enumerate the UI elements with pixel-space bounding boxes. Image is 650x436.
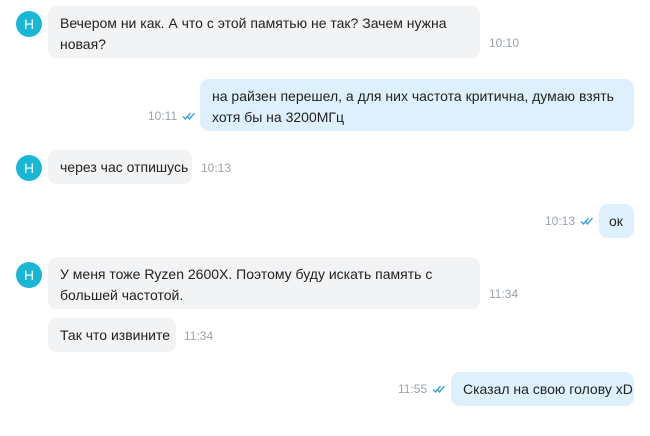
double-check-icon xyxy=(432,385,446,394)
message-time-text: 11:55 xyxy=(398,382,428,396)
message-time-text: 10:13 xyxy=(201,161,232,175)
message-time: 11:55 xyxy=(398,382,446,396)
incoming-message-bubble[interactable]: через час отпишусь xyxy=(48,150,192,184)
outgoing-message-bubble[interactable]: ок xyxy=(599,204,634,238)
contact-avatar[interactable]: Н xyxy=(16,155,42,181)
message-time: 10:13 xyxy=(201,161,231,175)
message-time-text: 10:13 xyxy=(545,214,576,228)
outgoing-message-bubble[interactable]: Сказал на свою голову xD xyxy=(451,372,634,406)
message-time: 10:11 xyxy=(148,109,196,123)
message-time: 10:10 xyxy=(489,36,519,50)
message-text-line: Вечером ни как. А что с этой памятью не … xyxy=(60,15,447,31)
outgoing-message-bubble[interactable]: на райзен перешел, а для них частота кри… xyxy=(200,79,634,131)
incoming-message-bubble[interactable]: У меня тоже Ryzen 2600X. Поэтому буду ис… xyxy=(48,257,480,309)
avatar-initial: Н xyxy=(23,160,35,176)
message-time-text: 11:34 xyxy=(489,287,519,301)
incoming-message-bubble[interactable]: Вечером ни как. А что с этой памятью не … xyxy=(48,6,480,58)
message-time-text: 11:34 xyxy=(184,329,214,343)
avatar-initial: Н xyxy=(23,16,35,32)
incoming-message-bubble[interactable]: Так что извините xyxy=(48,318,176,352)
message-text-line: большей частотой. xyxy=(60,287,184,303)
message-time: 10:13 xyxy=(545,214,594,228)
message-text-line: Сказал на свою голову xD xyxy=(463,381,633,397)
message-time-text: 10:11 xyxy=(148,109,178,123)
double-check-icon xyxy=(580,217,594,226)
message-text-line: Так что извините xyxy=(60,327,171,343)
message-text-line: У меня тоже Ryzen 2600X. Поэтому буду ис… xyxy=(60,266,433,282)
message-time: 11:34 xyxy=(184,329,213,343)
message-text-line: новая? xyxy=(60,36,106,52)
contact-avatar[interactable]: Н xyxy=(16,11,42,37)
message-text-line: хотя бы на 3200МГц xyxy=(212,109,344,125)
double-check-icon xyxy=(182,112,196,121)
contact-avatar[interactable]: Н xyxy=(16,262,42,288)
message-text-line: через час отпишусь xyxy=(60,159,189,175)
message-time-text: 10:10 xyxy=(489,36,520,50)
message-text-line: ок xyxy=(609,213,623,229)
message-text-line: на райзен перешел, а для них частота кри… xyxy=(212,88,614,104)
message-time: 11:34 xyxy=(489,287,518,301)
avatar-initial: Н xyxy=(23,267,35,283)
